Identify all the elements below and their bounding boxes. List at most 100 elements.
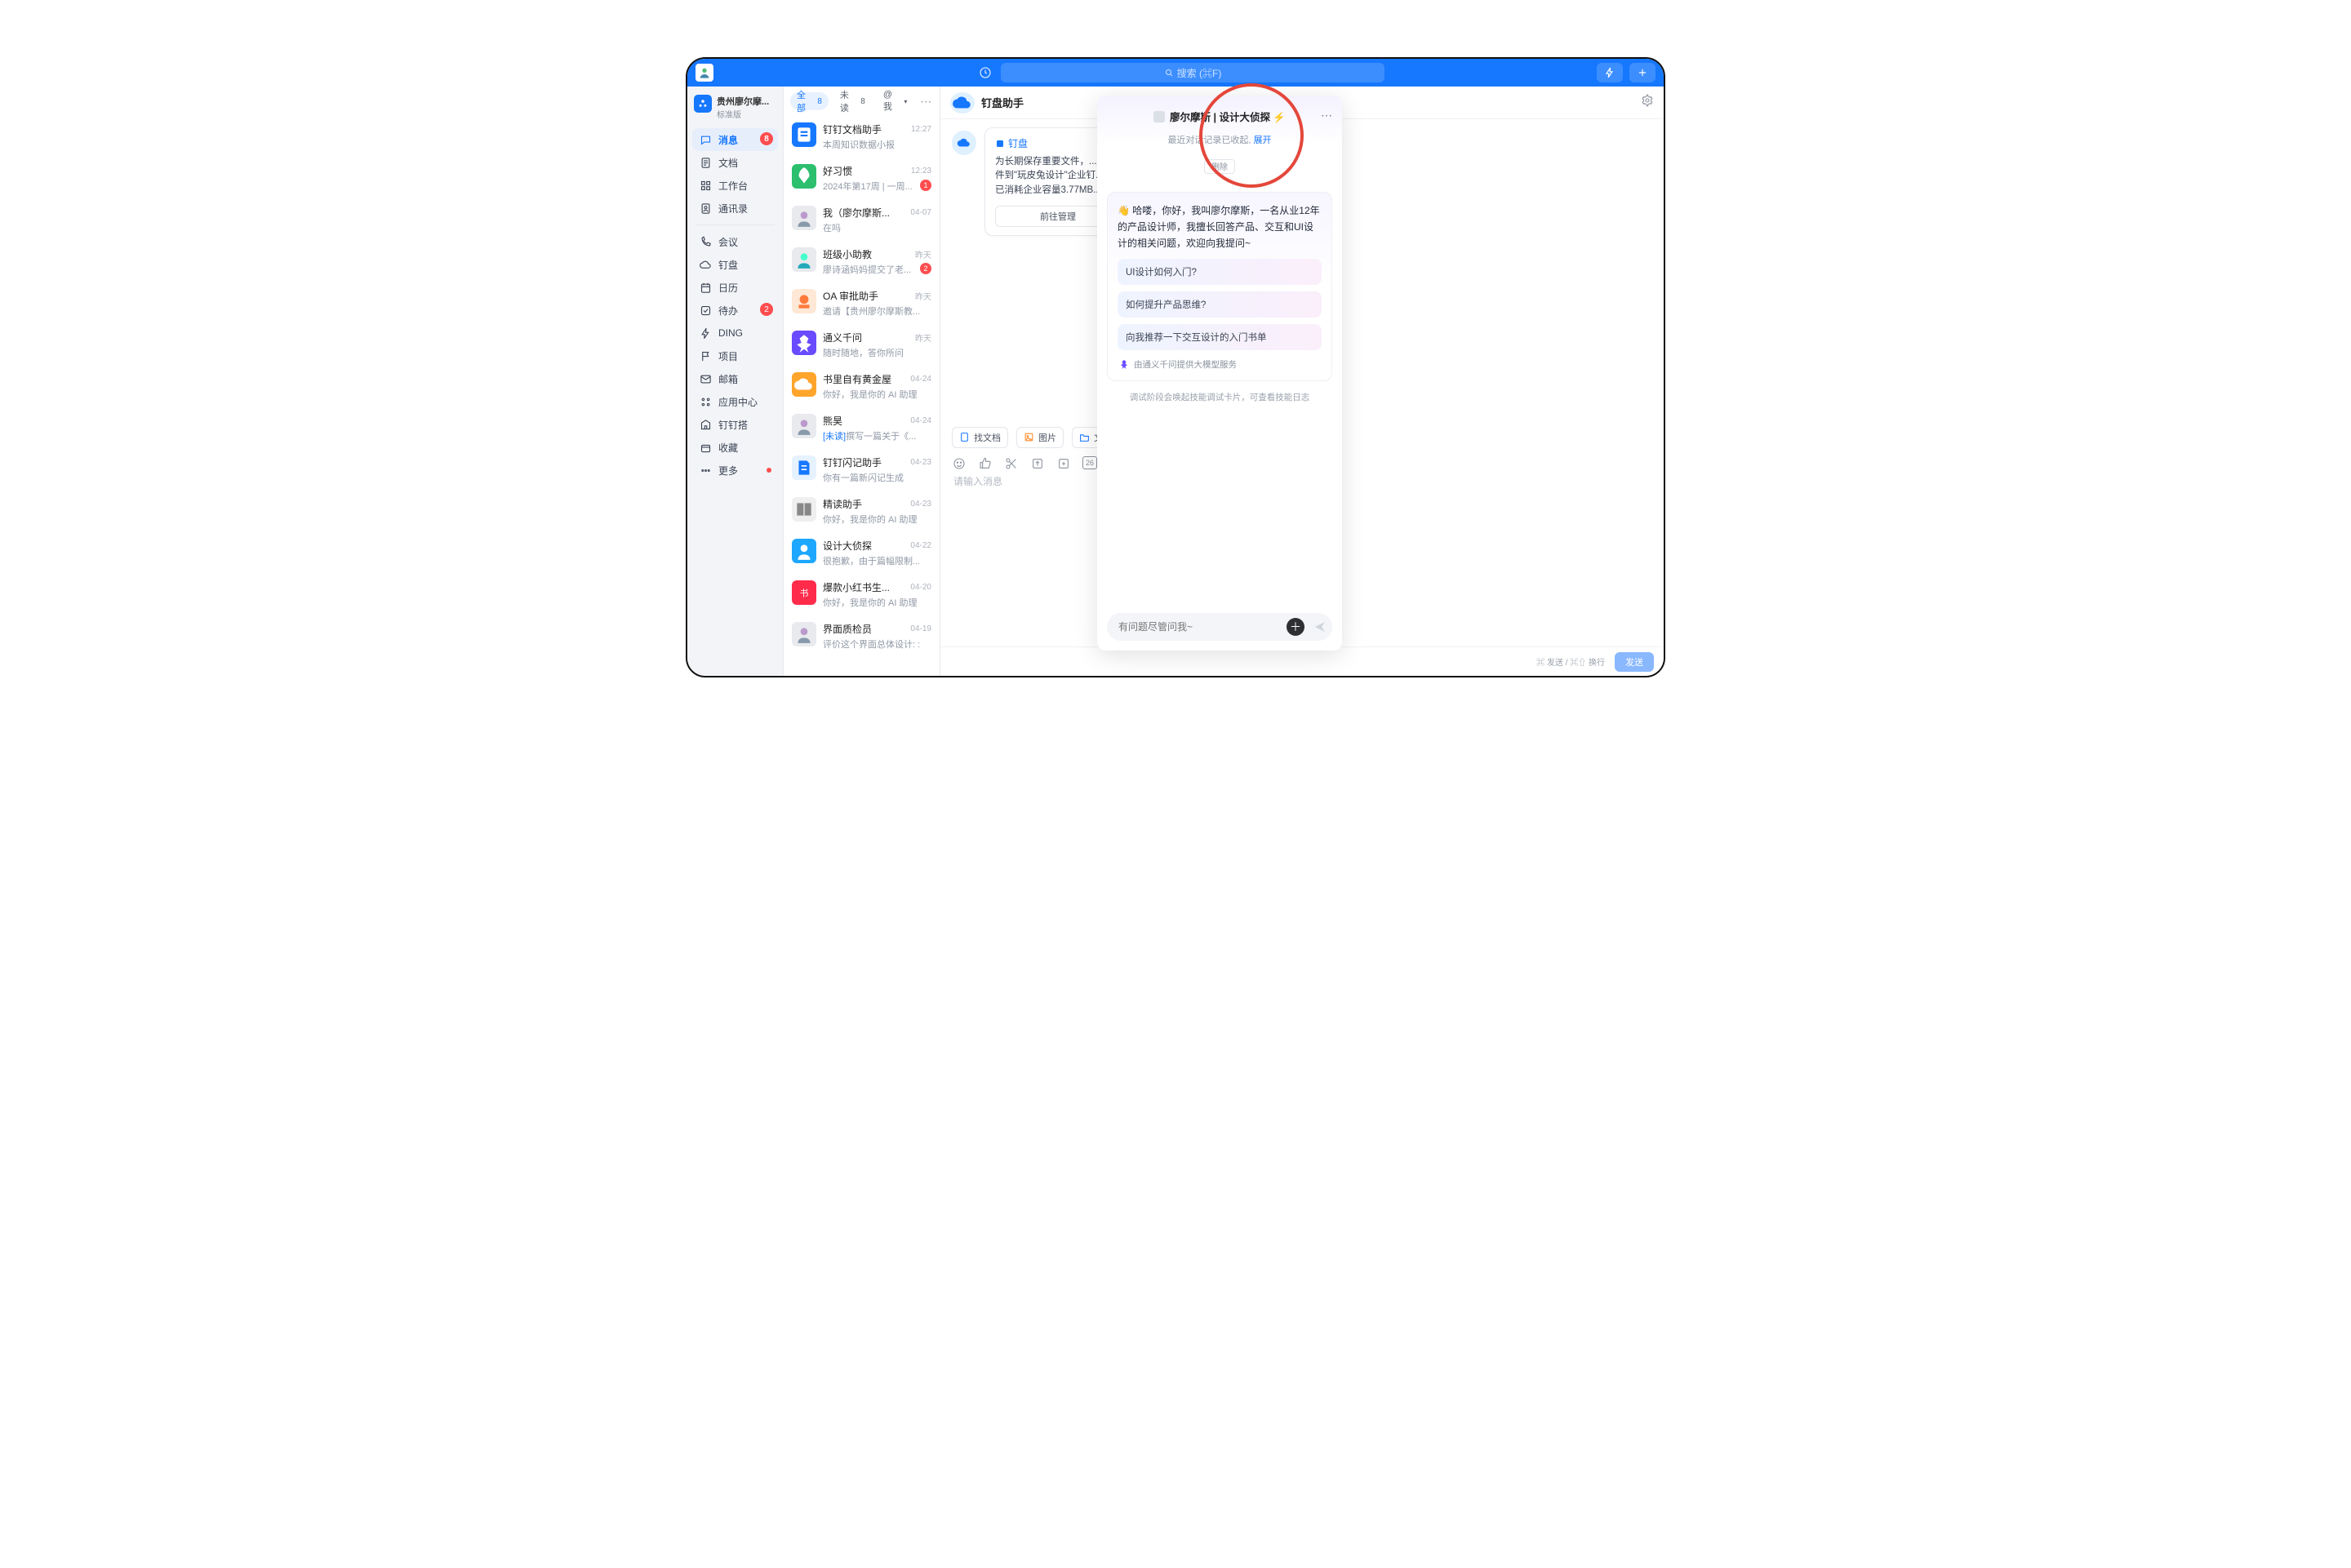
add-media-button[interactable]	[1056, 456, 1071, 471]
plus-box-icon	[1057, 457, 1070, 470]
nav-item-meeting[interactable]: 会议	[692, 230, 778, 253]
conversation-preview: [未读]撰写一篇关于《...	[823, 429, 931, 442]
agent-input-field[interactable]	[1118, 621, 1287, 633]
tab-all[interactable]: 全部 8	[790, 92, 829, 110]
conversation-preview: 2024年第17周 | 一周...	[823, 180, 931, 193]
agent-panel: 廖尔摩斯 | 设计大侦探 ⚡ ⋯ 最近对话记录已收起, 展开 删除 👋 哈喽，你…	[1097, 96, 1342, 651]
agent-hello: 👋 哈喽，你好，我叫廖尔摩斯，一名从业12年的产品设计师，我擅长回答产品、交互和…	[1118, 202, 1322, 252]
conversation-item[interactable]: 熊昊04-24[未读]撰写一篇关于《...	[784, 407, 940, 449]
org-icon	[697, 98, 709, 109]
conversation-item[interactable]: 书爆款小红书生...04-20你好，我是你的 AI 助理	[784, 574, 940, 615]
chat-avatar	[950, 92, 975, 113]
workspace-plan: 标准版	[717, 108, 769, 120]
flag-icon	[699, 349, 712, 362]
conversation-item[interactable]: 好习惯12:232024年第17周 | 一周...1	[784, 158, 940, 199]
conversation-item[interactable]: 书里自有黄金屋04-24你好，我是你的 AI 助理	[784, 366, 940, 407]
conversation-item[interactable]: 通义千问昨天随时随地，答你所问	[784, 324, 940, 366]
conversation-tabs: 全部 8 未读 8 @我 ▾ ⋯	[784, 87, 940, 116]
attach-button[interactable]	[1030, 456, 1045, 471]
conversation-list: 全部 8 未读 8 @我 ▾ ⋯ 钉钉文档助手12:27本周知识数据小报好习惯1…	[784, 87, 940, 676]
nav-item-mail[interactable]: 邮箱	[692, 367, 778, 390]
like-button[interactable]	[978, 456, 993, 471]
folder-icon	[1079, 432, 1090, 442]
agent-more[interactable]: ⋯	[1321, 109, 1332, 122]
nav-item-dingda[interactable]: 钉钉搭	[692, 413, 778, 436]
agent-input[interactable]: ＋	[1107, 613, 1332, 641]
conversation-preview: 你有一篇新闪记生成	[823, 471, 931, 484]
agent-powered-by: 由通义千问提供大模型服务	[1119, 358, 1320, 371]
nav-item-more[interactable]: 更多	[692, 459, 778, 482]
scissors-icon	[1005, 457, 1018, 470]
conversation-item[interactable]: 钉钉文档助手12:27本周知识数据小报	[784, 116, 940, 158]
workspace-switcher[interactable]: 贵州廖尔摩... 标准版	[692, 93, 778, 128]
conversation-name: 精读助手	[823, 497, 862, 511]
tab-at-me[interactable]: @我 ▾	[877, 92, 914, 110]
conversation-preview: 很抱歉，由于篇幅限制...	[823, 554, 931, 567]
chat-settings[interactable]	[1641, 94, 1654, 111]
me-avatar[interactable]	[696, 64, 713, 82]
bolt-icon	[699, 326, 712, 340]
search-icon	[1164, 68, 1174, 78]
conversation-name: 我（廖尔摩斯...	[823, 206, 890, 220]
nav-item-todo[interactable]: 待办2	[692, 299, 778, 322]
conversation-item[interactable]: 精读助手04-23你好，我是你的 AI 助理	[784, 491, 940, 532]
chip-image[interactable]: 图片	[1016, 427, 1064, 448]
conversation-avatar	[792, 247, 816, 272]
nav-item-contacts[interactable]: 通讯录	[692, 197, 778, 220]
agent-delete-tag[interactable]: 删除	[1204, 159, 1235, 174]
new-button[interactable]	[1629, 63, 1655, 82]
emoji-button[interactable]	[952, 456, 967, 471]
conversation-badge: 2	[920, 263, 931, 274]
chip-find-doc[interactable]: 找文档	[952, 427, 1008, 448]
nav-item-appcenter[interactable]: 应用中心	[692, 390, 778, 413]
conversation-time: 04-20	[910, 583, 931, 592]
agent-add-button[interactable]: ＋	[1287, 618, 1304, 636]
conversation-time: 04-22	[910, 541, 931, 550]
nav-item-ding[interactable]: DING	[692, 322, 778, 344]
agent-suggestion[interactable]: 如何提升产品思维?	[1118, 291, 1322, 318]
nav-item-messages[interactable]: 消息8	[692, 128, 778, 151]
bolt-icon	[1604, 67, 1615, 78]
agent-suggestion[interactable]: 向我推荐一下交互设计的入门书单	[1118, 324, 1322, 350]
apps-icon	[699, 395, 712, 408]
nav-item-project[interactable]: 项目	[692, 344, 778, 367]
nav-badge: 2	[760, 303, 773, 316]
conversation-name: 界面质检员	[823, 622, 872, 636]
workspace-icon	[694, 95, 712, 113]
agent-expand[interactable]: 展开	[1254, 135, 1272, 145]
nav-item-workbench[interactable]: 工作台	[692, 174, 778, 197]
search-input[interactable]: 搜索 (⌘F)	[1001, 63, 1384, 82]
gear-icon	[1641, 94, 1654, 107]
agent-debug-note: 调试阶段会唤起技能调试卡片，可查看技能日志	[1110, 391, 1329, 403]
conversation-item[interactable]: 钉钉闪记助手04-23你有一篇新闪记生成	[784, 449, 940, 491]
agent-send-button[interactable]	[1313, 620, 1327, 634]
conversation-item[interactable]: 班级小助教昨天廖诗涵妈妈提交了老...2	[784, 241, 940, 282]
conversation-avatar	[792, 289, 816, 313]
nav-item-docs[interactable]: 文档	[692, 151, 778, 174]
conversation-item[interactable]: 设计大侦探04-22很抱歉，由于篇幅限制...	[784, 532, 940, 574]
tongyi-icon	[1119, 359, 1129, 369]
nav-item-calendar[interactable]: 日历	[692, 276, 778, 299]
nav-item-fav[interactable]: 收藏	[692, 436, 778, 459]
send-button[interactable]: 发送	[1615, 652, 1654, 672]
conversation-time: 12:23	[911, 167, 931, 175]
conversation-time: 04-24	[910, 416, 931, 425]
history-button[interactable]	[975, 62, 996, 83]
conversation-time: 昨天	[915, 290, 931, 302]
scissors-button[interactable]	[1004, 456, 1019, 471]
doc-icon	[699, 156, 712, 169]
conversation-avatar	[792, 372, 816, 397]
tabs-more[interactable]: ⋯	[918, 95, 933, 109]
chat-title: 钉盘助手	[981, 95, 1024, 110]
conversation-name: 通义千问	[823, 331, 862, 344]
tab-unread[interactable]: 未读 8	[833, 92, 872, 110]
agent-suggestion[interactable]: UI设计如何入门?	[1118, 259, 1322, 285]
conversation-item[interactable]: 我（廖尔摩斯...04-07在吗	[784, 199, 940, 241]
conversation-item[interactable]: 界面质检员04-19评价这个界面总体设计: :	[784, 615, 940, 657]
agent-title: 廖尔摩斯 | 设计大侦探 ⚡	[1153, 109, 1286, 124]
nav-item-drive[interactable]: 钉盘	[692, 253, 778, 276]
cal-icon	[699, 281, 712, 294]
ai-button[interactable]	[1597, 63, 1623, 82]
calendar-date-button[interactable]: 26	[1082, 456, 1097, 469]
conversation-item[interactable]: OA 审批助手昨天邀请【贵州廖尔摩斯教...	[784, 282, 940, 324]
